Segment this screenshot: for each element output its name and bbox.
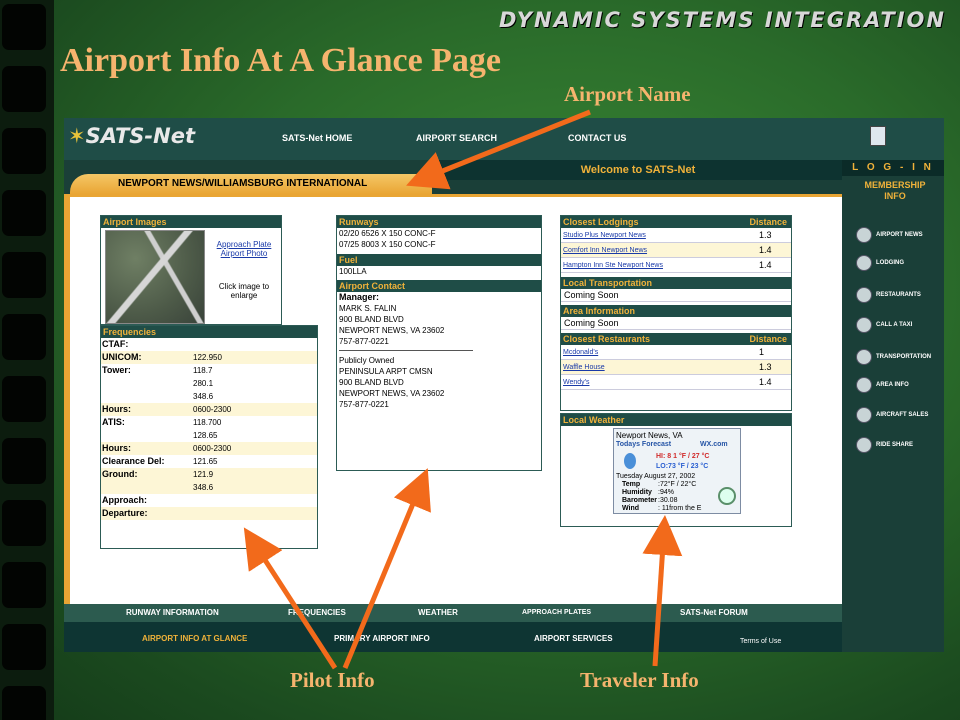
arrow-airport-name [406,109,591,190]
annotation-arrows [243,109,683,670]
arrow-pilot-info-left [243,527,338,670]
arrow-traveler-info [642,515,683,667]
callout-pilot-info: Pilot Info [290,668,375,692]
callout-traveler-info: Traveler Info [580,668,699,692]
arrow-pilot-info-right [342,468,431,669]
